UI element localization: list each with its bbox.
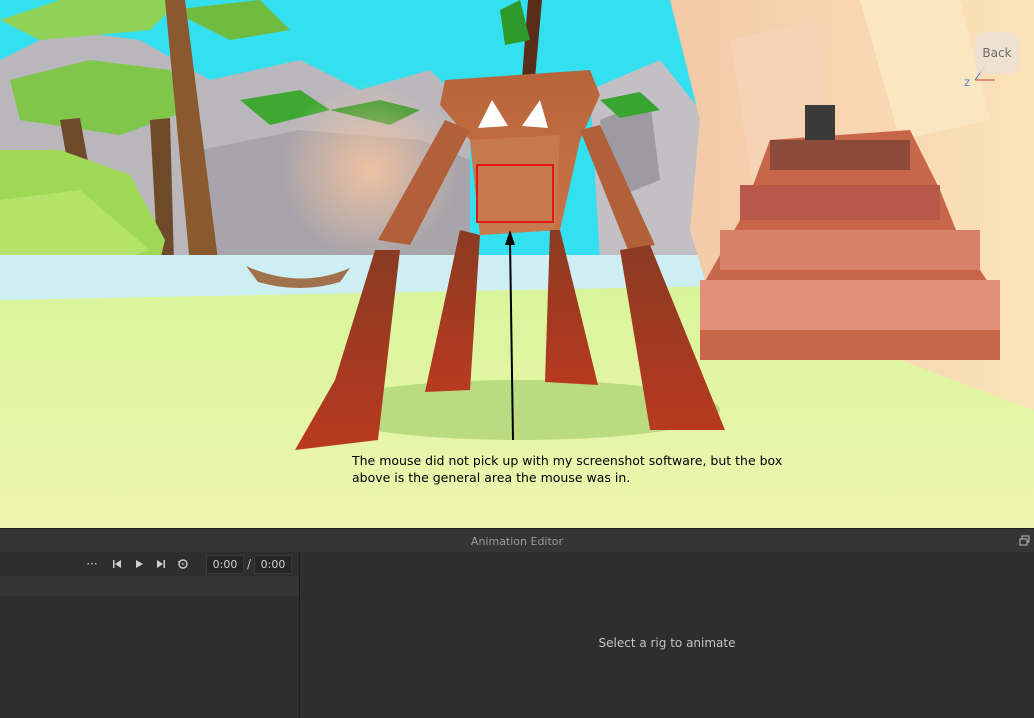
track-header bbox=[0, 576, 299, 596]
current-time-input[interactable]: 0:00 bbox=[206, 555, 244, 574]
animation-editor-panel: Animation Editor ··· 0:00 / 0:00 Select … bbox=[0, 528, 1034, 718]
loop-icon[interactable] bbox=[174, 552, 192, 576]
back-button[interactable]: Back bbox=[975, 32, 1019, 74]
skip-to-start-icon[interactable] bbox=[108, 552, 126, 576]
playback-toolbar: ··· 0:00 / 0:00 bbox=[0, 552, 299, 577]
timeline-panel: Select a rig to animate bbox=[300, 552, 1034, 718]
skip-to-end-icon[interactable] bbox=[152, 552, 170, 576]
scene-render: Z bbox=[0, 0, 1034, 528]
game-viewport[interactable]: Z Back The mouse did not pick up with my… bbox=[0, 0, 1034, 528]
animation-editor-title: Animation Editor bbox=[0, 528, 1034, 553]
total-time-input[interactable]: 0:00 bbox=[254, 555, 292, 574]
restore-window-icon[interactable] bbox=[1019, 535, 1030, 546]
annotation-text: The mouse did not pick up with my screen… bbox=[352, 453, 783, 485]
empty-state-message: Select a rig to animate bbox=[598, 636, 736, 650]
animation-editor-title-text: Animation Editor bbox=[470, 534, 564, 548]
time-separator: / bbox=[247, 556, 252, 571]
more-icon[interactable]: ··· bbox=[82, 552, 102, 576]
svg-text:Z: Z bbox=[964, 79, 970, 89]
play-icon[interactable] bbox=[130, 552, 148, 576]
track-list-panel: ··· 0:00 / 0:00 bbox=[0, 552, 300, 718]
